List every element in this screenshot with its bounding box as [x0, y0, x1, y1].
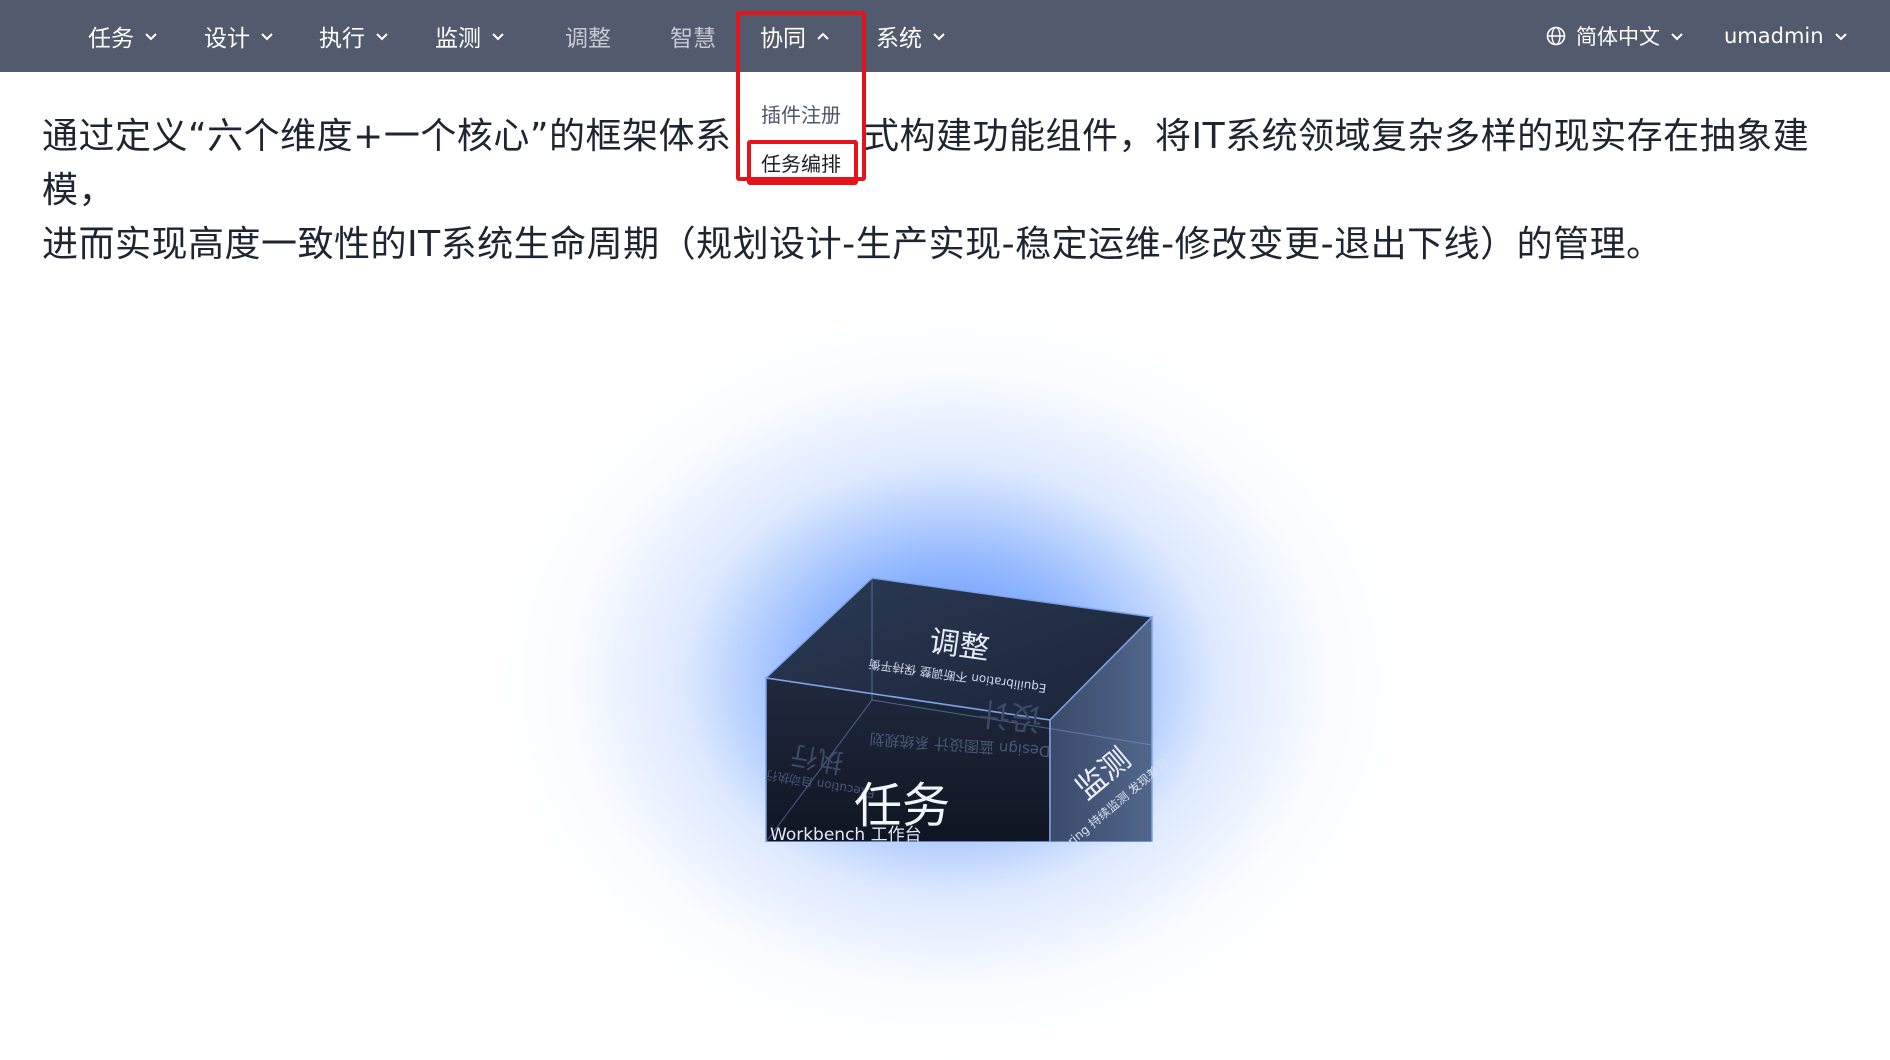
- intro-line-2: 进而实现高度一致性的IT系统生命周期（规划设计-生产实现-稳定运维-修改变更-退…: [42, 224, 1663, 265]
- cube-back-title: 设计: [977, 694, 1045, 738]
- intro-line-1: 通过定义“六个维度+一个核心”的框架体系， 式构建功能组件，将IT系统领域复杂多样…: [42, 110, 1862, 218]
- menu-item-task-orchestration[interactable]: 任务编排: [739, 142, 863, 182]
- collab-dropdown-menu: 插件注册 任务编排: [739, 78, 863, 182]
- intro-paragraph: 通过定义“六个维度+一个核心”的框架体系， 式构建功能组件，将IT系统领域复杂多样…: [42, 110, 1862, 272]
- cube-front-subtitle: Workbench 工作台: [770, 825, 922, 842]
- intro-line-1a: 通过定义“六个维度+一个核心”的框架体系，: [42, 116, 768, 157]
- menu-item-plugin-register[interactable]: 插件注册: [739, 93, 863, 133]
